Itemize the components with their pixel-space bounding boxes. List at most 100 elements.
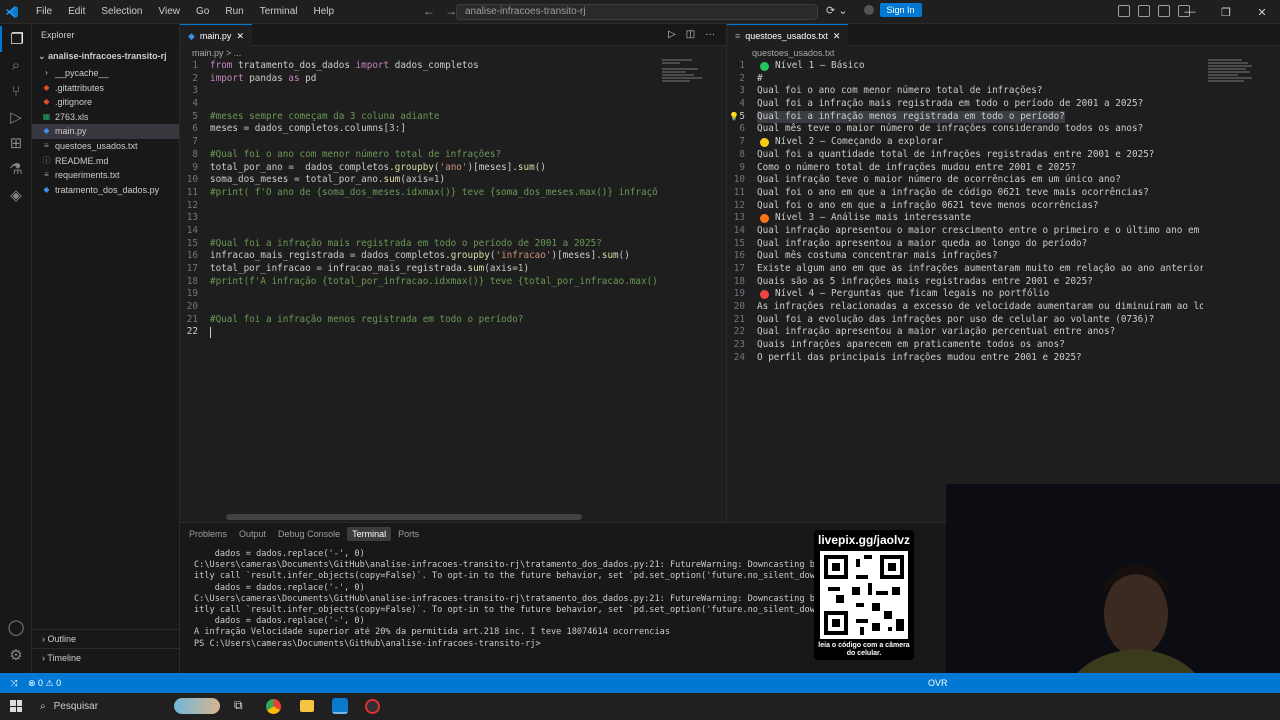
code-token: ) [523, 263, 530, 274]
run-debug-icon[interactable]: ▷ [0, 104, 32, 130]
settings-gear-icon[interactable]: ⚙ [0, 642, 32, 668]
text-content: O perfil das principais infrações mudou … [757, 351, 1082, 363]
line-number: 2 [739, 72, 745, 84]
text-line: 2 # [727, 73, 1203, 86]
level-dot-icon [760, 138, 769, 148]
right-text-editor[interactable]: 1 Nível 1 — Básico 2 #3 Qual foi o ano com m… [727, 60, 1203, 370]
explorer-icon[interactable]: ❐ [0, 26, 32, 52]
tab-problems[interactable]: Problems [184, 527, 232, 541]
file-tree-item[interactable]: ≡ requeriments.txt [32, 168, 179, 183]
code-token: infracao_mais_registrada = dados_complet… [210, 250, 451, 262]
timeline-section[interactable]: › Timeline [32, 648, 180, 666]
menu-selection[interactable]: Selection [93, 0, 150, 24]
file-tree-item[interactable]: ◆ .gitattributes [32, 81, 179, 96]
python-icon[interactable]: ◈ [0, 182, 32, 208]
file-tree-label: tratamento_dos_dados.py [55, 184, 160, 195]
menu-edit[interactable]: Edit [60, 0, 93, 24]
activity-bar: ❐ ⌕ ⑂ ▷ ⊞ ⚗ ◈ ◯ ⚙ [0, 24, 32, 673]
menu-terminal[interactable]: Terminal [252, 0, 306, 24]
testing-icon[interactable]: ⚗ [0, 156, 32, 182]
code-token: import [210, 72, 244, 84]
line-number: 12 [733, 199, 745, 211]
file-explorer-icon[interactable] [300, 700, 314, 712]
tab-questoes-txt[interactable]: ≡ questoes_usados.txt ✕ [727, 24, 849, 47]
tab-main-py[interactable]: ◆ main.py ✕ [180, 24, 252, 46]
close-icon[interactable]: ✕ [1244, 6, 1280, 19]
split-editor-icon[interactable]: ◫ [686, 29, 695, 40]
qr-title: livepix.gg/jaolvz [817, 533, 911, 547]
close-tab-icon[interactable]: ✕ [236, 25, 244, 47]
left-code-editor[interactable]: 1 from tratamento_dos_dados import dados_… [180, 60, 658, 360]
line-number: 7 [739, 136, 745, 148]
line-number: 6 [192, 123, 198, 135]
info-icon: ⓘ [42, 155, 51, 165]
close-tab-icon[interactable]: ✕ [833, 25, 841, 47]
copilot-icon[interactable]: ⟳ ⌄ [826, 4, 848, 17]
file-tree-item[interactable]: ◆ tratamento_dos_dados.py [32, 183, 179, 198]
tab-debug-console[interactable]: Debug Console [273, 527, 345, 541]
code-line: 14 [180, 225, 658, 238]
text-line: 16 Qual mês costuma concentrar mais infra… [727, 250, 1203, 263]
menu-bar: File Edit Selection View Go Run Terminal… [28, 0, 342, 24]
tab-output[interactable]: Output [234, 527, 271, 541]
menu-run[interactable]: Run [217, 0, 251, 24]
code-token: #Qual foi a infração menos registrada em… [210, 313, 524, 325]
file-tree-item[interactable]: ≡ questoes_usados.txt [32, 139, 179, 154]
tab-ports[interactable]: Ports [393, 527, 424, 541]
obs-icon[interactable] [365, 699, 380, 714]
file-tree-item[interactable]: › __pycache__ [32, 66, 179, 81]
windows-start-icon[interactable] [10, 700, 22, 712]
taskbar-search[interactable]: ⌕ Pesquisar [40, 701, 98, 712]
toggle-sidebar-icon[interactable] [1118, 5, 1130, 17]
workspace-root[interactable]: ⌄ analise-infracoes-transito-rj [32, 46, 179, 66]
chrome-icon[interactable] [266, 699, 281, 714]
file-tree-item[interactable]: ◆ .gitignore [32, 95, 179, 110]
remote-indicator-icon[interactable]: ⤨ [0, 678, 28, 689]
status-bar: ⤨ ⊗ 0 ⚠ 0 OVR [0, 673, 1280, 693]
command-center-search[interactable]: analise-infracoes-transito-rj [456, 4, 818, 20]
line-number: 23 [733, 339, 745, 351]
file-tree-item[interactable]: ◆ main.py [32, 124, 179, 139]
lightbulb-icon[interactable]: 💡 [729, 111, 739, 124]
back-arrow-icon[interactable]: ← [423, 4, 435, 18]
sign-in-button[interactable]: Sign In [879, 3, 922, 17]
source-control-icon[interactable]: ⑂ [0, 78, 32, 104]
code-token: () [534, 161, 546, 173]
code-token: tratamento_dos_dados [232, 60, 356, 71]
file-tree-item[interactable]: ▦ 2763.xls [32, 110, 179, 125]
menu-help[interactable]: Help [306, 0, 343, 24]
title-right-actions: ⟳ ⌄ Sign In [826, 3, 922, 17]
account-icon[interactable] [863, 5, 874, 15]
text-content: # [757, 72, 763, 84]
widget-icon[interactable] [174, 698, 220, 714]
search-icon[interactable]: ⌕ [0, 52, 32, 78]
sidebar-title: Explorer [41, 30, 75, 40]
file-tree-item[interactable]: ⓘ README.md [32, 154, 179, 169]
left-minimap[interactable] [662, 58, 712, 83]
problems-counter[interactable]: ⊗ 0 ⚠ 0 [28, 678, 61, 689]
run-icon[interactable]: ▷ [668, 29, 676, 40]
outline-section[interactable]: › Outline [32, 629, 180, 647]
menu-go[interactable]: Go [188, 0, 217, 24]
toggle-editor-icon[interactable] [1138, 5, 1150, 17]
menu-file[interactable]: File [28, 0, 60, 24]
task-view-icon[interactable]: ⧉ [234, 698, 243, 713]
menu-view[interactable]: View [151, 0, 189, 24]
text-content: Nível 2 — Começando a explorar [775, 136, 943, 148]
tab-terminal[interactable]: Terminal [347, 527, 392, 541]
code-line: 8 #Qual foi o ano com menor número total … [180, 149, 658, 162]
nav-arrows: ← → [423, 4, 457, 18]
toggle-panel-icon[interactable] [1158, 5, 1170, 17]
maximize-icon[interactable]: ❐ [1208, 6, 1244, 19]
more-actions-icon[interactable]: ··· [705, 29, 715, 40]
account-icon[interactable]: ◯ [0, 614, 32, 640]
overtype-mode[interactable]: OVR [928, 678, 948, 688]
file-tree-label: questoes_usados.txt [55, 140, 138, 151]
extensions-icon[interactable]: ⊞ [0, 130, 32, 156]
left-scrollbar[interactable] [226, 514, 582, 520]
text-content: Quais são as 5 infrações mais registrada… [757, 275, 1093, 287]
minimize-icon[interactable]: — [1172, 6, 1208, 18]
line-number: 9 [192, 161, 198, 173]
vscode-taskbar-icon[interactable] [332, 698, 348, 714]
right-minimap[interactable] [1208, 58, 1258, 83]
